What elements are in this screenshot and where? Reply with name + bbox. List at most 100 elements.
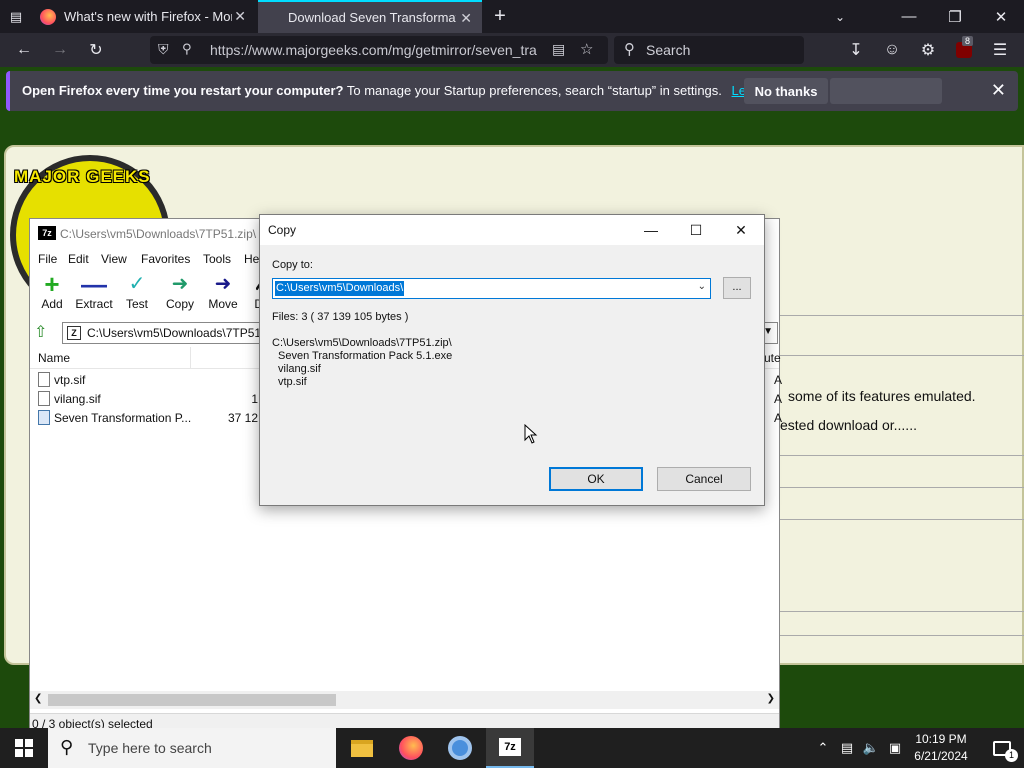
minimize-icon[interactable]: —: [886, 0, 932, 33]
notification-second-button[interactable]: [830, 78, 942, 104]
folder-up-icon[interactable]: ⇧: [34, 324, 52, 342]
archive-contents-list: C:\Users\vm5\Downloads\7TP51.zip\ Seven …: [272, 337, 452, 389]
copy-button[interactable]: ➜ Copy: [158, 271, 202, 317]
scrollbar-thumb[interactable]: [48, 694, 336, 706]
menu-edit[interactable]: Edit: [68, 252, 89, 266]
browser-tab-bar: ▤ What's new with Firefox - More ✕ Downl…: [0, 0, 1024, 33]
windows-logo-icon: [15, 739, 33, 757]
firefox-tab-icon: [40, 8, 56, 25]
sevenzip-title: C:\Users\vm5\Downloads\7TP51.zip\: [60, 227, 257, 241]
startup-notification-bar: Open Firefox every time you restart your…: [6, 71, 1018, 111]
archive-path: C:\Users\vm5\Downloads\7TP51.zip\: [272, 337, 452, 349]
extract-button[interactable]: — Extract: [72, 271, 116, 317]
clock-date: 6/21/2024: [914, 749, 968, 763]
tab-title: What's new with Firefox - More: [64, 9, 232, 24]
back-icon[interactable]: ←: [8, 33, 40, 67]
tab-overflow-chevron-icon[interactable]: ⌄: [826, 0, 854, 33]
menu-favorites[interactable]: Favorites: [141, 252, 190, 266]
tab-download-seven[interactable]: Download Seven Transformation ✕: [258, 0, 482, 33]
notification-center-icon[interactable]: 1: [980, 728, 1024, 768]
destination-path-combo[interactable]: C:\Users\vm5\Downloads\ ⌄: [272, 278, 711, 299]
close-tab-icon[interactable]: ✕: [460, 10, 472, 27]
notification-count: 1: [1005, 749, 1018, 762]
url-bar[interactable]: ⛨ ⚲ https://www.majorgeeks.com/mg/getmir…: [150, 36, 608, 64]
chevron-down-icon[interactable]: ⌄: [698, 281, 706, 292]
tab-title: Download Seven Transformation: [288, 10, 456, 25]
menu-file[interactable]: File: [38, 252, 57, 266]
close-icon[interactable]: ✕: [991, 80, 1006, 101]
reader-view-icon[interactable]: ▤: [552, 41, 565, 58]
close-icon[interactable]: ✕: [718, 215, 764, 245]
scroll-left-icon[interactable]: ❮: [34, 693, 42, 704]
list-item: vilang.sif: [278, 363, 321, 375]
search-icon: ⚲: [60, 737, 74, 757]
menu-tools[interactable]: Tools: [203, 252, 231, 266]
cancel-button[interactable]: Cancel: [657, 467, 751, 491]
new-tab-icon[interactable]: +: [486, 0, 514, 33]
dialog-title: Copy: [268, 223, 297, 237]
ok-button[interactable]: OK: [549, 467, 643, 491]
move-arrow-icon: ➜: [214, 273, 232, 295]
forward-icon[interactable]: →: [44, 33, 76, 67]
windows-taskbar: ⚲ Type here to search 7z ⌃ ▤ 🔈 ▣ 10:19 P…: [0, 728, 1024, 768]
chrome-icon[interactable]: [436, 728, 484, 768]
restore-icon[interactable]: ❐: [932, 0, 978, 33]
sevenzip-address-text[interactable]: C:\Users\vm5\Downloads\7TP51.zip\: [87, 326, 283, 340]
file-icon: [38, 372, 50, 387]
close-window-icon[interactable]: ✕: [978, 0, 1024, 33]
close-tab-icon[interactable]: ✕: [234, 8, 246, 25]
volume-muted-icon[interactable]: 🔈: [860, 728, 882, 768]
column-name[interactable]: Name: [38, 351, 70, 365]
sevenzip-taskbar-icon[interactable]: 7z: [486, 728, 534, 768]
checkmark-icon: ✓: [128, 273, 146, 295]
copy-dialog-titlebar[interactable]: Copy — ☐ ✕: [260, 215, 764, 245]
copy-arrow-icon: ➜: [171, 273, 189, 295]
tray-app-icon[interactable]: ▣: [884, 728, 906, 768]
destination-path-value[interactable]: C:\Users\vm5\Downloads\: [275, 281, 405, 296]
firefox-icon[interactable]: [387, 728, 435, 768]
lock-icon[interactable]: ⚲: [182, 41, 192, 57]
test-button[interactable]: ✓ Test: [115, 271, 159, 317]
ublock-icon[interactable]: 8: [950, 33, 978, 67]
move-button[interactable]: ➜ Move: [201, 271, 245, 317]
minimize-icon[interactable]: —: [628, 215, 674, 245]
tracking-shield-icon[interactable]: ⛨: [158, 41, 169, 58]
url-text[interactable]: https://www.majorgeeks.com/mg/getmirror/…: [210, 42, 542, 58]
page-text: ested download or......: [780, 417, 917, 433]
bookmark-star-icon[interactable]: ☆: [580, 40, 593, 58]
account-icon[interactable]: ☺: [878, 33, 906, 67]
menu-view[interactable]: View: [101, 252, 127, 266]
file-attr-peek: A: [774, 373, 783, 387]
add-button[interactable]: + Add: [30, 271, 74, 317]
show-hidden-icons-chevron-icon[interactable]: ⌃: [812, 728, 834, 768]
exe-file-icon: [38, 410, 50, 425]
search-icon: ⚲: [624, 41, 635, 58]
sevenzip-app-icon: 7z: [38, 226, 56, 240]
horizontal-scrollbar[interactable]: ❮ ❯: [30, 691, 779, 709]
maximize-icon[interactable]: ☐: [673, 215, 719, 245]
tab-whats-new[interactable]: What's new with Firefox - More ✕: [30, 0, 256, 33]
reload-icon[interactable]: ↻: [80, 33, 112, 67]
browse-button[interactable]: ...: [723, 277, 751, 299]
zip-archive-icon: Z: [67, 326, 81, 340]
search-bar[interactable]: ⚲ Search: [614, 36, 804, 64]
column-attributes[interactable]: ute: [764, 351, 781, 365]
tab-list-icon[interactable]: ▤: [2, 0, 30, 33]
no-thanks-button[interactable]: No thanks: [744, 78, 828, 104]
file-explorer-icon[interactable]: [338, 728, 386, 768]
file-attr-peek: A: [774, 392, 783, 406]
file-name: Seven Transformation P...: [54, 411, 192, 425]
network-icon[interactable]: ▤: [836, 728, 858, 768]
start-button[interactable]: [0, 728, 48, 768]
extensions-icon[interactable]: ⚙: [914, 33, 942, 67]
downloads-icon[interactable]: ↧: [842, 33, 870, 67]
copy-dialog: Copy — ☐ ✕ Copy to: C:\Users\vm5\Downloa…: [259, 214, 765, 506]
hamburger-menu-icon[interactable]: ☰: [986, 33, 1014, 67]
scroll-right-icon[interactable]: ❯: [767, 693, 775, 704]
file-attr-peek: A: [774, 411, 783, 425]
list-item: vtp.sif: [278, 376, 307, 388]
mouse-cursor-icon: [524, 424, 538, 444]
menu-help[interactable]: He: [244, 252, 259, 266]
taskbar-search-box[interactable]: ⚲ Type here to search: [48, 728, 336, 768]
taskbar-clock[interactable]: 10:19 PM 6/21/2024: [908, 731, 974, 765]
